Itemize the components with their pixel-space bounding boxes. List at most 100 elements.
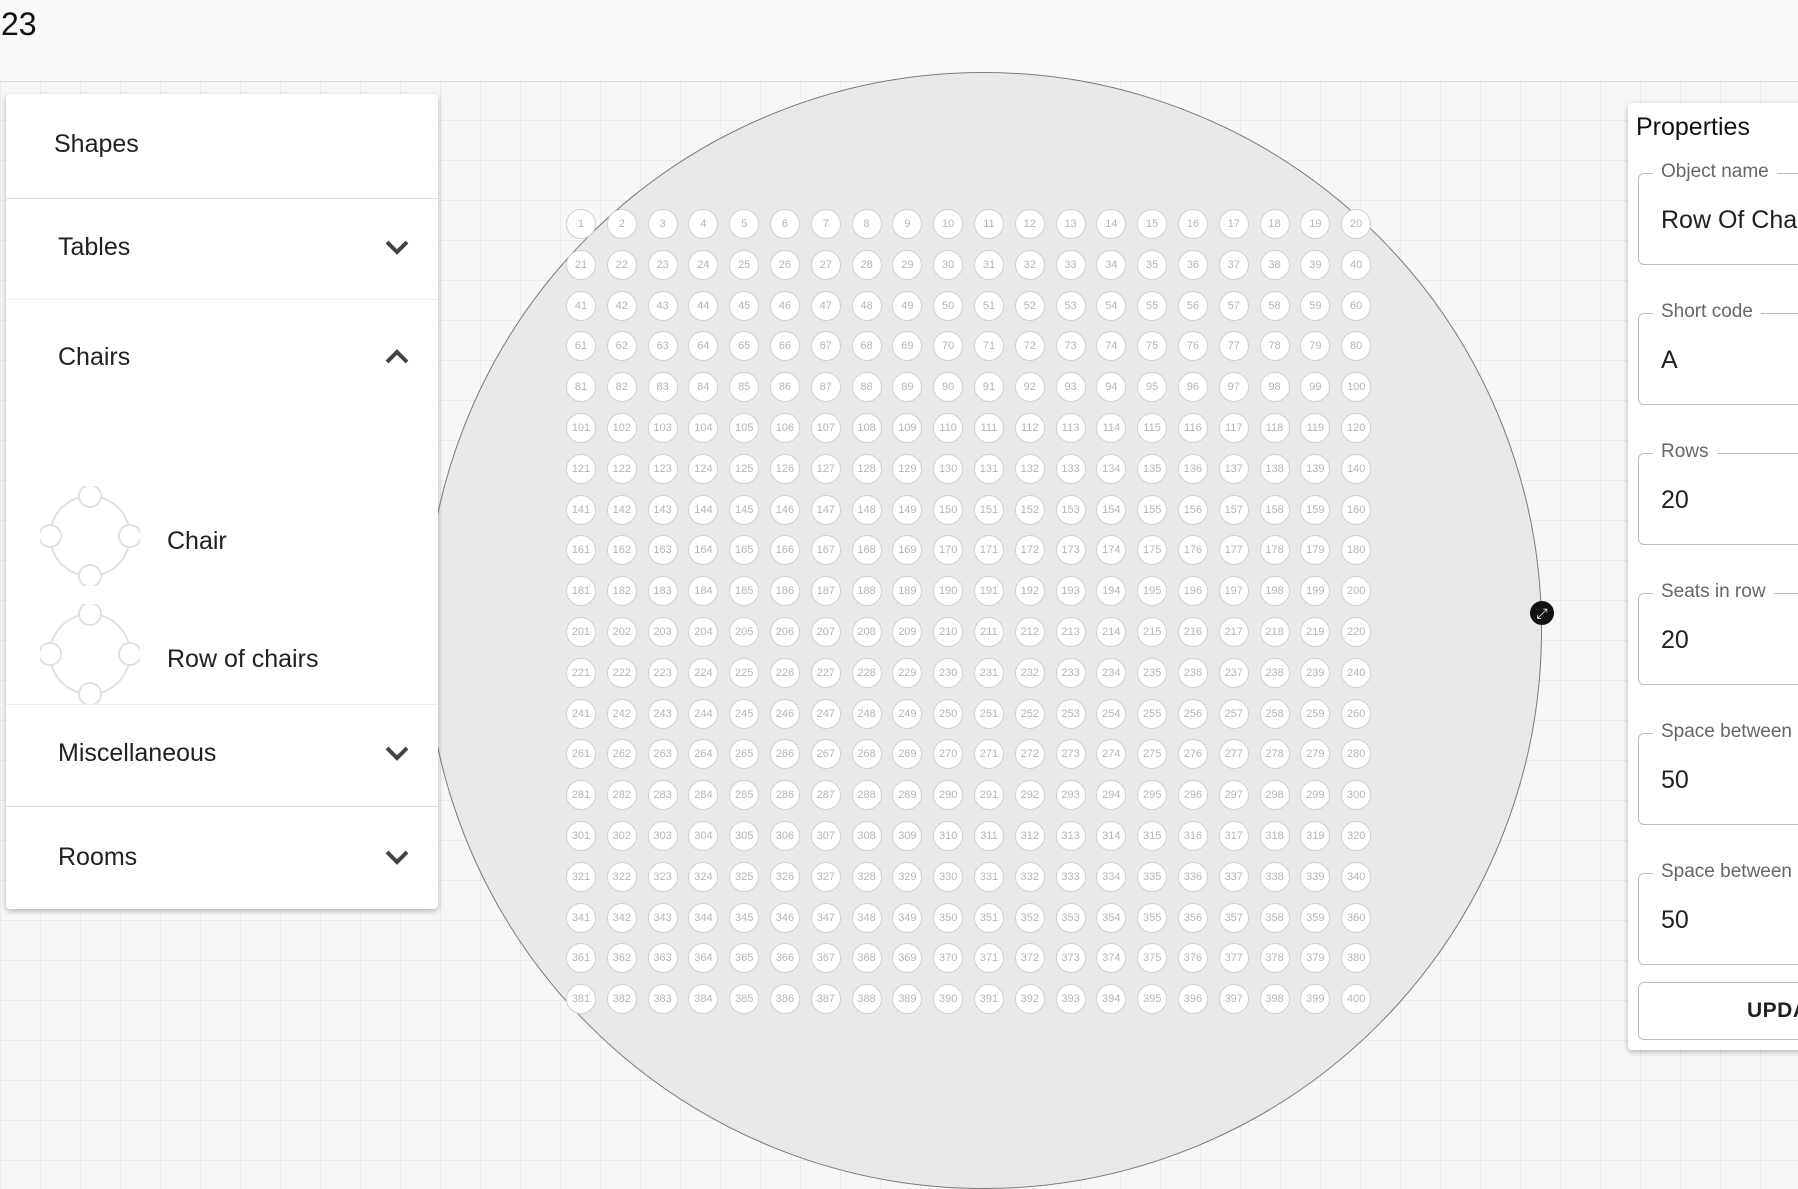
- seat[interactable]: 371: [973, 943, 1004, 974]
- seat[interactable]: 58: [1259, 290, 1290, 321]
- seat[interactable]: 224: [688, 657, 719, 688]
- seat[interactable]: 148: [851, 494, 882, 525]
- seat[interactable]: 100: [1341, 372, 1372, 403]
- seat[interactable]: 11: [973, 209, 1004, 239]
- seat[interactable]: 240: [1341, 657, 1372, 688]
- seat[interactable]: 250: [933, 698, 964, 729]
- seat[interactable]: 6: [769, 209, 800, 239]
- seat[interactable]: 248: [851, 698, 882, 729]
- seat[interactable]: 81: [566, 372, 596, 403]
- seat[interactable]: 310: [933, 820, 964, 851]
- seat[interactable]: 182: [606, 576, 637, 607]
- seat[interactable]: 336: [1177, 861, 1208, 892]
- chevron-down-icon[interactable]: [382, 842, 412, 872]
- seat[interactable]: 83: [647, 372, 678, 403]
- seat[interactable]: 397: [1218, 984, 1249, 1015]
- seat[interactable]: 36: [1177, 249, 1208, 280]
- seat[interactable]: 393: [1055, 984, 1086, 1015]
- seat[interactable]: 138: [1259, 453, 1290, 484]
- seat[interactable]: 141: [566, 494, 596, 525]
- seat[interactable]: 200: [1341, 576, 1372, 607]
- seat[interactable]: 98: [1259, 372, 1290, 403]
- seat[interactable]: 313: [1055, 820, 1086, 851]
- seat[interactable]: 391: [973, 984, 1004, 1015]
- seat[interactable]: 39: [1300, 249, 1331, 280]
- seat[interactable]: 369: [892, 943, 923, 974]
- seat[interactable]: 73: [1055, 331, 1086, 362]
- seat[interactable]: 390: [933, 984, 964, 1015]
- seat[interactable]: 19: [1300, 209, 1331, 239]
- seat[interactable]: 232: [1014, 657, 1045, 688]
- seat[interactable]: 255: [1137, 698, 1168, 729]
- seat[interactable]: 289: [892, 780, 923, 811]
- seat[interactable]: 238: [1259, 657, 1290, 688]
- seat[interactable]: 300: [1341, 780, 1372, 811]
- seat[interactable]: 364: [688, 943, 719, 974]
- seat[interactable]: 133: [1055, 453, 1086, 484]
- seat[interactable]: 316: [1177, 820, 1208, 851]
- seat[interactable]: 228: [851, 657, 882, 688]
- seat[interactable]: 156: [1177, 494, 1208, 525]
- seat[interactable]: 359: [1300, 902, 1331, 933]
- seat[interactable]: 196: [1177, 576, 1208, 607]
- seat[interactable]: 234: [1096, 657, 1127, 688]
- seat[interactable]: 231: [973, 657, 1004, 688]
- seat[interactable]: 23: [647, 249, 678, 280]
- seat[interactable]: 335: [1137, 861, 1168, 892]
- seat[interactable]: 199: [1300, 576, 1331, 607]
- seat[interactable]: 4: [688, 209, 719, 239]
- chevron-down-icon[interactable]: [382, 738, 412, 768]
- seat[interactable]: 315: [1137, 820, 1168, 851]
- seat[interactable]: 188: [851, 576, 882, 607]
- seat[interactable]: 193: [1055, 576, 1086, 607]
- seat[interactable]: 197: [1218, 576, 1249, 607]
- seat[interactable]: 370: [933, 943, 964, 974]
- seat[interactable]: 215: [1137, 616, 1168, 647]
- seat[interactable]: 292: [1014, 780, 1045, 811]
- seat[interactable]: 116: [1177, 412, 1208, 443]
- seat[interactable]: 1: [566, 209, 596, 239]
- seat[interactable]: 360: [1341, 902, 1372, 933]
- seat[interactable]: 87: [810, 372, 841, 403]
- seat[interactable]: 20: [1341, 209, 1372, 239]
- seat[interactable]: 253: [1055, 698, 1086, 729]
- seat[interactable]: 354: [1096, 902, 1127, 933]
- seat[interactable]: 21: [566, 249, 596, 280]
- seat[interactable]: 146: [769, 494, 800, 525]
- seat[interactable]: 192: [1014, 576, 1045, 607]
- seat[interactable]: 377: [1218, 943, 1249, 974]
- seat[interactable]: 24: [688, 249, 719, 280]
- seat[interactable]: 152: [1014, 494, 1045, 525]
- seat[interactable]: 268: [851, 739, 882, 770]
- seat[interactable]: 67: [810, 331, 841, 362]
- seat[interactable]: 37: [1218, 249, 1249, 280]
- seat[interactable]: 5: [729, 209, 760, 239]
- seat[interactable]: 120: [1341, 412, 1372, 443]
- seat[interactable]: 212: [1014, 616, 1045, 647]
- seat[interactable]: 80: [1341, 331, 1372, 362]
- space-between-rows-input[interactable]: [1661, 906, 1798, 935]
- seat[interactable]: 149: [892, 494, 923, 525]
- seat[interactable]: 136: [1177, 453, 1208, 484]
- rows-input[interactable]: [1661, 486, 1798, 515]
- seat[interactable]: 282: [606, 780, 637, 811]
- seat[interactable]: 278: [1259, 739, 1290, 770]
- seat[interactable]: 361: [566, 943, 596, 974]
- seat[interactable]: 378: [1259, 943, 1290, 974]
- seat[interactable]: 320: [1341, 820, 1372, 851]
- seat[interactable]: 263: [647, 739, 678, 770]
- seat[interactable]: 303: [647, 820, 678, 851]
- seat[interactable]: 306: [769, 820, 800, 851]
- seat[interactable]: 2: [606, 209, 637, 239]
- seat[interactable]: 318: [1259, 820, 1290, 851]
- seat[interactable]: 302: [606, 820, 637, 851]
- seat[interactable]: 307: [810, 820, 841, 851]
- seat[interactable]: 172: [1014, 535, 1045, 566]
- seat[interactable]: 254: [1096, 698, 1127, 729]
- seat[interactable]: 214: [1096, 616, 1127, 647]
- seat[interactable]: 365: [729, 943, 760, 974]
- seat[interactable]: 69: [892, 331, 923, 362]
- seat[interactable]: 26: [769, 249, 800, 280]
- seat[interactable]: 195: [1137, 576, 1168, 607]
- seat[interactable]: 349: [892, 902, 923, 933]
